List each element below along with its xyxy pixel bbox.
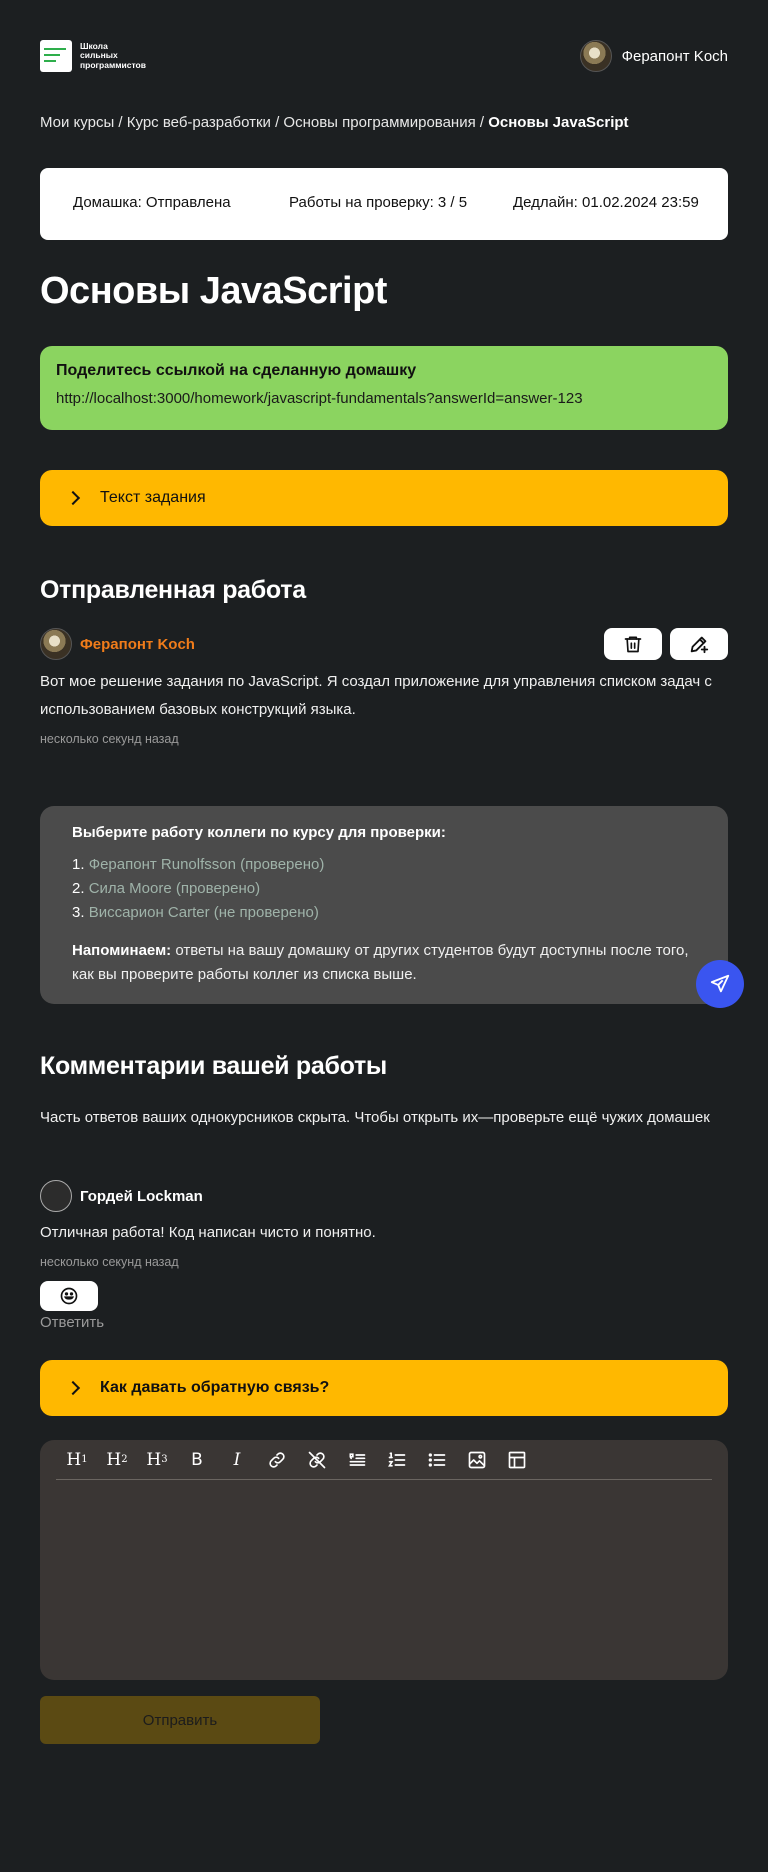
review-list-item[interactable]: 1. Ферапонт Runolfsson (проверено) xyxy=(72,853,696,877)
avatar xyxy=(40,1180,72,1212)
comment-editor[interactable]: H1 H2 H3 B I xyxy=(40,1440,728,1680)
heading-2-icon[interactable]: H2 xyxy=(104,1447,130,1473)
header: Школа сильных программистов Ферапонт Koc… xyxy=(40,38,728,74)
avatar xyxy=(40,628,72,660)
review-note: Напоминаем: ответы на вашу домашку от др… xyxy=(72,942,689,983)
image-icon[interactable] xyxy=(464,1447,490,1473)
submitted-author-row: Ферапонт Koch xyxy=(40,628,728,660)
deadline: Дедлайн: 01.02.2024 23:59 xyxy=(513,194,699,211)
comments-hidden-note: Часть ответов ваших однокурсников скрыта… xyxy=(40,1109,710,1126)
trash-icon xyxy=(624,636,642,653)
comment-text: Отличная работа! Код написан чисто и пон… xyxy=(40,1224,376,1241)
review-list-item[interactable]: 2. Сила Moore (проверено) xyxy=(72,877,696,901)
heading-3-icon[interactable]: H3 xyxy=(144,1447,170,1473)
bold-icon[interactable]: B xyxy=(184,1447,210,1473)
breadcrumb-item[interactable]: Курс веб-разработки xyxy=(127,114,271,131)
comment-author-row: Гордей Lockman xyxy=(40,1180,203,1212)
peer-review-panel: Выберите работу коллеги по курсу для про… xyxy=(40,806,728,1004)
feedback-accordion[interactable]: Как давать обратную связь? xyxy=(40,1360,728,1416)
unlink-icon[interactable] xyxy=(304,1447,330,1473)
author-name[interactable]: Ферапонт Koch xyxy=(80,636,195,653)
breadcrumb: Мои курсы / Курс веб-разработки / Основы… xyxy=(40,114,629,131)
logo-text: Школа сильных программистов xyxy=(80,40,146,70)
editor-toolbar: H1 H2 H3 B I xyxy=(56,1440,712,1480)
review-list-item[interactable]: 3. Виссарион Carter (не проверено) xyxy=(72,901,696,925)
italic-icon[interactable]: I xyxy=(224,1447,250,1473)
chevron-right-icon xyxy=(65,1380,81,1396)
review-heading: Выберите работу коллеги по курсу для про… xyxy=(72,824,446,841)
submitted-time: несколько секунд назад xyxy=(40,732,179,746)
smile-icon xyxy=(60,1287,78,1305)
edit-icon xyxy=(690,636,709,654)
user-name: Ферапонт Koch xyxy=(621,47,728,65)
homework-status: Домашка: Отправлена xyxy=(73,194,231,211)
status-bar: Домашка: Отправлена Работы на проверку: … xyxy=(40,168,728,240)
delete-button[interactable] xyxy=(604,628,662,660)
submit-button[interactable]: Отправить xyxy=(40,1696,320,1744)
avatar xyxy=(579,40,612,72)
review-list: 1. Ферапонт Runolfsson (проверено) 2. Си… xyxy=(72,853,696,925)
submitted-text: Вот мое решение задания по JavaScript. Я… xyxy=(40,673,712,718)
submitted-heading: Отправленная работа xyxy=(40,576,306,604)
share-heading: Поделитесь ссылкой на сделанную домашку xyxy=(56,362,417,379)
ordered-list-icon[interactable] xyxy=(384,1447,410,1473)
reviews-count: Работы на проверку: 3 / 5 xyxy=(289,194,468,211)
share-link[interactable]: http://localhost:3000/homework/javascrip… xyxy=(56,390,712,407)
link-icon[interactable] xyxy=(264,1447,290,1473)
table-icon[interactable] xyxy=(504,1447,530,1473)
reply-link[interactable]: Ответить xyxy=(40,1314,104,1331)
comments-heading: Комментарии вашей работы xyxy=(40,1052,387,1080)
accordion-label: Текст задания xyxy=(100,489,206,506)
comment-time: несколько секунд назад xyxy=(40,1255,179,1269)
breadcrumb-item[interactable]: Мои курсы xyxy=(40,114,114,131)
page-title: Основы JavaScript xyxy=(40,270,387,312)
logo-icon xyxy=(40,40,72,72)
task-text-accordion[interactable]: Текст задания xyxy=(40,470,728,526)
comment-author[interactable]: Гордей Lockman xyxy=(80,1188,203,1205)
send-fab-button[interactable] xyxy=(696,960,744,1008)
quote-icon[interactable] xyxy=(344,1447,370,1473)
logo[interactable]: Школа сильных программистов xyxy=(40,40,170,72)
breadcrumb-current: Основы JavaScript xyxy=(488,114,629,131)
user-menu[interactable]: Ферапонт Koch xyxy=(579,40,728,72)
breadcrumb-item[interactable]: Основы программирования xyxy=(283,114,475,131)
bullet-list-icon[interactable] xyxy=(424,1447,450,1473)
chevron-right-icon xyxy=(65,490,81,506)
accordion-label: Как давать обратную связь? xyxy=(100,1379,330,1396)
send-icon xyxy=(710,974,730,993)
reaction-button[interactable] xyxy=(40,1281,98,1311)
share-link-panel: Поделитесь ссылкой на сделанную домашку … xyxy=(40,346,728,430)
edit-button[interactable] xyxy=(670,628,728,660)
heading-1-icon[interactable]: H1 xyxy=(64,1447,90,1473)
